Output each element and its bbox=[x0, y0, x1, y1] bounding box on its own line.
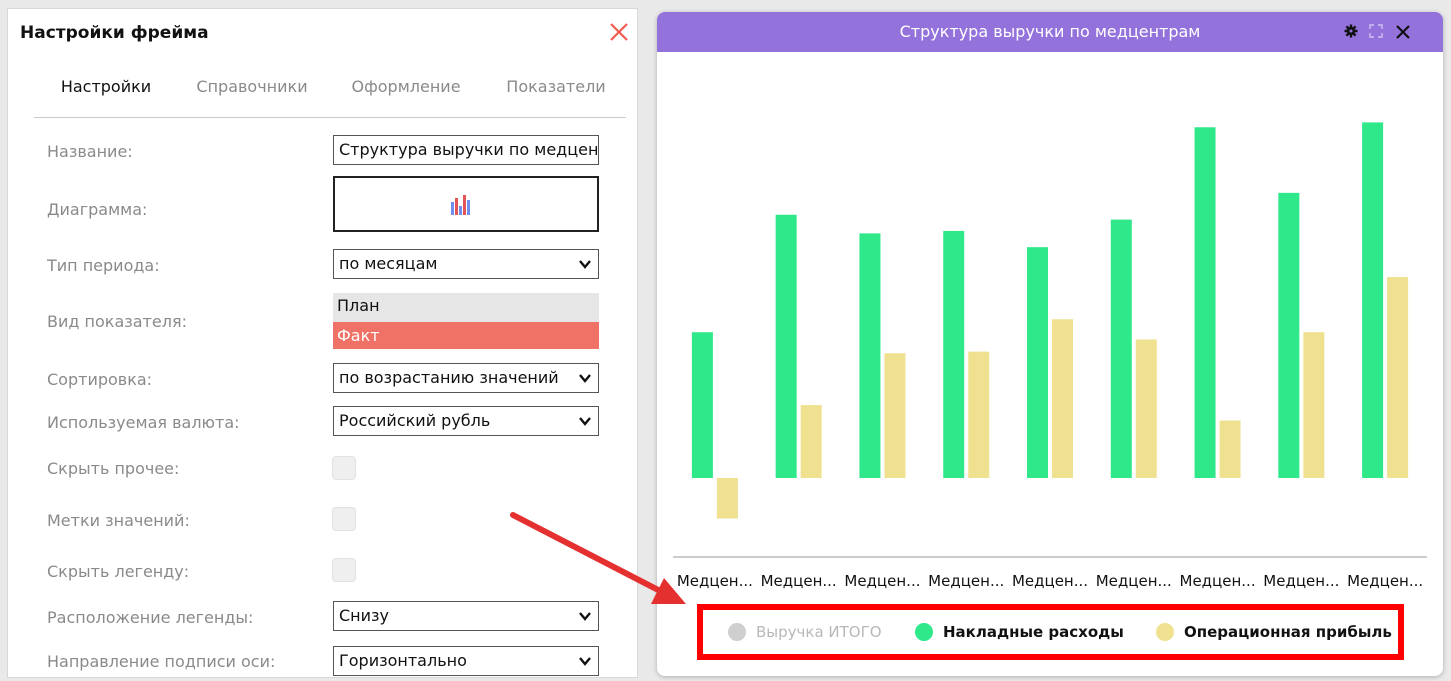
panel-title: Настройки фрейма bbox=[20, 23, 209, 43]
legend-label: Накладные расходы bbox=[943, 623, 1124, 641]
bar-chart: Медцен... Медцен... Медцен... Медцен... Медц… bbox=[673, 122, 1427, 590]
option-fact-selected[interactable]: Факт bbox=[333, 322, 599, 349]
bar-operating-profit-7[interactable] bbox=[1219, 420, 1241, 478]
frame-settings-panel: Настройки фрейма Настройки Справочники О… bbox=[7, 8, 638, 678]
bar-overhead-5[interactable] bbox=[1027, 247, 1048, 478]
tab-appearance[interactable]: Оформление bbox=[326, 67, 486, 116]
legend-label: Выручка ИТОГО bbox=[756, 623, 882, 641]
currency-label: Используемая валюта: bbox=[47, 413, 240, 432]
period-type-select[interactable]: по месяцам bbox=[333, 249, 599, 279]
hide-other-label: Скрыть прочее: bbox=[47, 459, 180, 478]
sort-label: Сортировка: bbox=[47, 370, 153, 389]
bar-overhead-4[interactable] bbox=[943, 230, 965, 478]
bar-operating-profit-1[interactable] bbox=[716, 478, 738, 519]
sort-select[interactable]: по возрастанию значений bbox=[333, 363, 599, 393]
bar-overhead-2[interactable] bbox=[775, 214, 797, 478]
x-tick-label: Медцен... bbox=[677, 572, 753, 590]
value-labels-label: Метки значений: bbox=[47, 511, 190, 530]
x-tick-label: Медцен... bbox=[1347, 572, 1423, 590]
bar-overhead-9[interactable] bbox=[1362, 122, 1384, 478]
legend-position-select[interactable]: Снизу bbox=[333, 601, 599, 631]
name-input[interactable]: Структура выручки по медцентрам bbox=[333, 135, 599, 165]
chevron-down-icon bbox=[579, 657, 591, 666]
chart-title: Структура выручки по медцентрам bbox=[899, 22, 1201, 41]
legend-marker bbox=[728, 622, 746, 641]
name-label: Название: bbox=[47, 142, 133, 161]
chevron-down-icon bbox=[579, 374, 591, 383]
bar-operating-profit-9[interactable] bbox=[1387, 277, 1409, 478]
legend-position-label: Расположение легенды: bbox=[47, 608, 254, 627]
bar-operating-profit-4[interactable] bbox=[968, 351, 990, 478]
period-type-value: по месяцам bbox=[339, 254, 438, 273]
value-labels-checkbox[interactable] bbox=[332, 507, 356, 531]
bar-overhead-3[interactable] bbox=[859, 233, 881, 478]
currency-value: Российский рубль bbox=[339, 411, 491, 430]
x-tick-label: Медцен... bbox=[1096, 572, 1172, 590]
tab-indicators[interactable]: Показатели bbox=[486, 67, 626, 116]
axis-direction-select[interactable]: Горизонтально bbox=[333, 646, 599, 676]
currency-select[interactable]: Российский рубль bbox=[333, 406, 599, 436]
legend-position-value: Снизу bbox=[339, 606, 390, 625]
indicator-type-listbox[interactable]: План Факт bbox=[333, 293, 599, 349]
chevron-down-icon bbox=[579, 417, 591, 426]
bar-overhead-6[interactable] bbox=[1110, 219, 1132, 479]
bar-operating-profit-6[interactable] bbox=[1135, 339, 1157, 478]
legend-marker bbox=[1156, 622, 1174, 641]
bar-operating-profit-2[interactable] bbox=[800, 405, 822, 478]
axis-direction-label: Направление подписи оси: bbox=[47, 652, 276, 671]
bar-overhead-1[interactable] bbox=[691, 332, 713, 478]
bar-chart-icon bbox=[451, 195, 470, 215]
hide-other-checkbox[interactable] bbox=[332, 456, 356, 480]
chart-panel: Медцен... Медцен... Медцен... Медцен... Медц… bbox=[657, 12, 1443, 676]
close-icon[interactable] bbox=[606, 19, 632, 45]
bar-operating-profit-5[interactable] bbox=[1052, 319, 1073, 478]
period-type-label: Тип периода: bbox=[47, 256, 160, 275]
bar-overhead-7[interactable] bbox=[1194, 127, 1216, 479]
legend-label: Операционная прибыль bbox=[1184, 623, 1392, 641]
diagram-picker[interactable] bbox=[333, 176, 599, 232]
settings-tabs: Настройки Справочники Оформление Показат… bbox=[34, 67, 626, 118]
legend-item-overhead[interactable]: Накладные расходы bbox=[915, 610, 1124, 654]
hide-legend-label: Скрыть легенду: bbox=[47, 562, 190, 581]
axis-direction-value: Горизонтально bbox=[339, 651, 467, 670]
chevron-down-icon bbox=[579, 612, 591, 621]
legend-item-operating-profit[interactable]: Операционная прибыль bbox=[1156, 610, 1392, 654]
chart-legend: Выручка ИТОГО Накладные расходы Операцио… bbox=[697, 604, 1404, 660]
close-icon[interactable] bbox=[1395, 24, 1411, 40]
diagram-label: Диаграмма: bbox=[47, 200, 148, 219]
chart-header: Структура выручки по медцентрам bbox=[657, 12, 1443, 52]
sort-value: по возрастанию значений bbox=[339, 368, 559, 387]
x-tick-label: Медцен... bbox=[1263, 572, 1339, 590]
tab-directories[interactable]: Справочники bbox=[178, 67, 326, 116]
x-tick-label: Медцен... bbox=[1012, 572, 1088, 590]
bar-operating-profit-3[interactable] bbox=[884, 353, 906, 478]
chevron-down-icon bbox=[579, 260, 591, 269]
tab-settings[interactable]: Настройки bbox=[34, 67, 178, 116]
x-tick-label: Медцен... bbox=[844, 572, 920, 590]
legend-marker bbox=[915, 622, 933, 641]
gear-icon[interactable] bbox=[1343, 23, 1359, 39]
x-tick-label: Медцен... bbox=[761, 572, 837, 590]
bar-operating-profit-8[interactable] bbox=[1303, 332, 1325, 478]
x-tick-label: Медцен... bbox=[928, 572, 1004, 590]
bar-overhead-8[interactable] bbox=[1278, 192, 1300, 478]
hide-legend-checkbox[interactable] bbox=[332, 558, 356, 582]
indicator-type-label: Вид показателя: bbox=[47, 312, 187, 331]
option-plan[interactable]: План bbox=[333, 293, 599, 322]
x-tick-label: Медцен... bbox=[1180, 572, 1256, 590]
expand-icon[interactable] bbox=[1368, 23, 1384, 39]
legend-item-revenue-total[interactable]: Выручка ИТОГО bbox=[728, 610, 882, 654]
